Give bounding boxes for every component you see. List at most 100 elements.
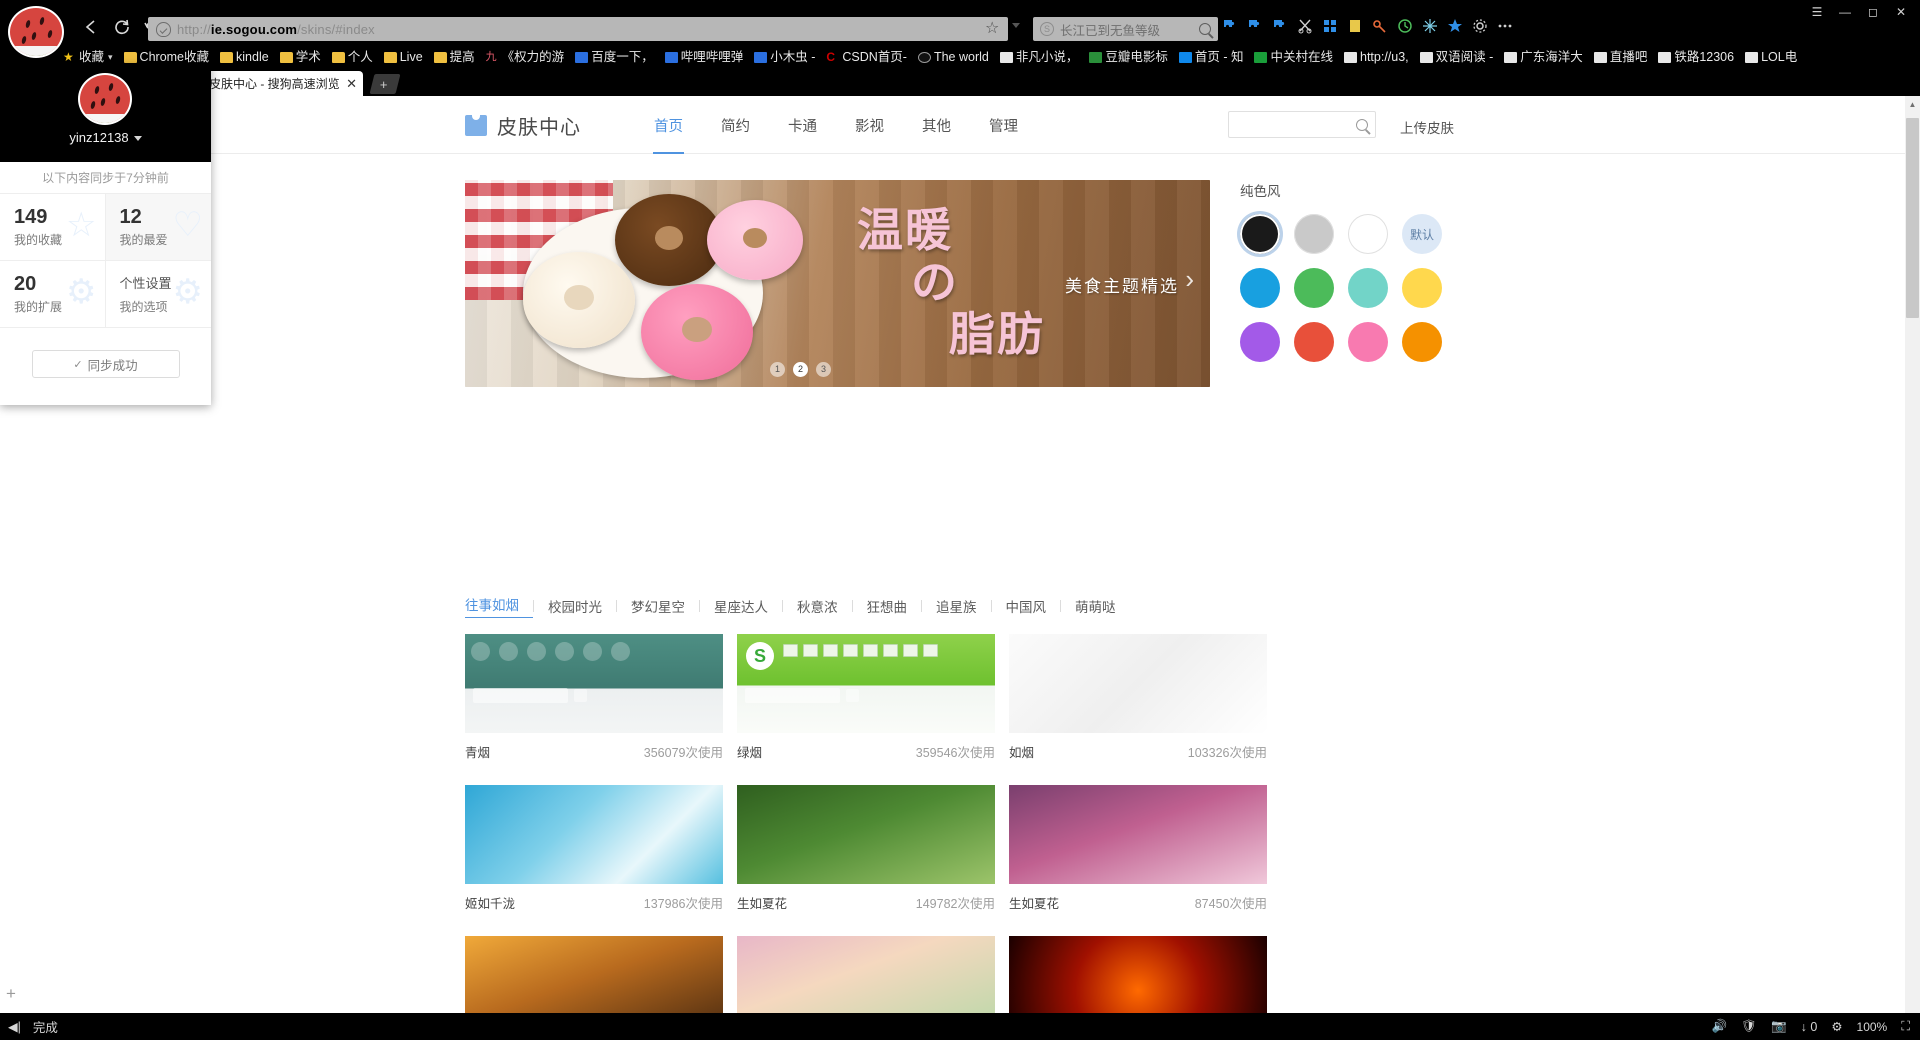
browser-search-box[interactable]: S 长江已到无鱼等级 — [1033, 17, 1218, 41]
category-tab-7[interactable]: 中国风 — [992, 596, 1061, 616]
category-tab-4[interactable]: 秋意浓 — [783, 596, 852, 616]
color-swatch-orange[interactable] — [1402, 322, 1442, 362]
color-swatch-grey[interactable] — [1294, 214, 1334, 254]
color-swatch-white[interactable] — [1348, 214, 1388, 254]
category-tab-3[interactable]: 星座达人 — [700, 596, 782, 616]
color-swatch-black[interactable] — [1240, 214, 1280, 254]
restore-button[interactable]: ◻ — [1860, 2, 1886, 22]
bookmark-item[interactable]: 广东海洋大 — [1504, 50, 1583, 64]
close-button[interactable]: ✕ — [1888, 2, 1914, 22]
site-nav-item-4[interactable]: 其他 — [903, 96, 970, 154]
banner-dot[interactable]: 2 — [793, 362, 808, 377]
bookmark-item[interactable]: ★ 收藏 ▾ — [63, 50, 113, 64]
bookmark-item[interactable]: 直播吧 — [1593, 50, 1647, 64]
site-nav-item-0[interactable]: 首页 — [635, 96, 702, 154]
browser-tab[interactable]: 皮肤中心 - 搜狗高速浏览 ✕ — [200, 71, 363, 96]
shield-icon[interactable]: 🛡 — [1741, 1019, 1757, 1034]
banner-dot[interactable]: 1 — [770, 362, 785, 377]
color-swatch-yellow[interactable] — [1402, 268, 1442, 308]
upload-skin-button[interactable]: 上传皮肤 — [1400, 117, 1454, 137]
skin-thumbnail[interactable] — [465, 634, 723, 733]
user-avatar[interactable] — [78, 73, 132, 125]
skin-card[interactable]: 生如夏花 87450次使用 — [1009, 785, 1267, 912]
banner-dot[interactable]: 3 — [816, 362, 831, 377]
search-icon[interactable] — [1356, 118, 1368, 131]
chevron-down-icon[interactable]: ▾ — [108, 52, 113, 63]
fullscreen-icon[interactable]: ⛶ — [1901, 1019, 1910, 1034]
bookmark-item[interactable]: 百度一下， — [575, 50, 654, 64]
color-swatch-blue[interactable] — [1240, 268, 1280, 308]
bookmark-item[interactable]: The world — [917, 50, 989, 64]
site-nav-item-2[interactable]: 卡通 — [769, 96, 836, 154]
bookmark-item[interactable]: 九《权力的游 — [486, 50, 565, 64]
site-search-input[interactable] — [1228, 111, 1376, 138]
address-bar[interactable]: http://ie.sogou.com/skins/#index — [148, 17, 1008, 41]
menu-button[interactable]: ☰ — [1804, 2, 1830, 22]
scissors-icon[interactable] — [1297, 18, 1313, 37]
puzzle-icon[interactable] — [1222, 18, 1238, 37]
skin-thumbnail[interactable] — [737, 785, 995, 884]
user-stat-cell[interactable]: 12 我的最爱 ♡ — [105, 194, 211, 261]
scroll-up-icon[interactable]: ▲ — [1905, 96, 1920, 114]
download-count[interactable]: ↓ 0 — [1801, 1020, 1818, 1034]
bookmark-item[interactable]: 学术 — [279, 50, 321, 64]
grid-icon[interactable] — [1322, 18, 1338, 37]
bookmark-item[interactable]: 双语阅读 - — [1419, 50, 1493, 64]
category-tab-2[interactable]: 梦幻星空 — [617, 596, 699, 616]
color-swatch-pink[interactable] — [1348, 322, 1388, 362]
scrollbar-thumb[interactable] — [1906, 118, 1919, 318]
color-swatch-purple[interactable] — [1240, 322, 1280, 362]
page-scrollbar[interactable]: ▲ ▼ — [1905, 96, 1920, 1026]
bookmark-item[interactable]: 首页 - 知 — [1178, 50, 1243, 64]
bookmark-star-icon[interactable]: ☆ — [985, 18, 999, 38]
color-swatch-teal[interactable] — [1348, 268, 1388, 308]
skin-thumbnail[interactable] — [465, 785, 723, 884]
bookmark-item[interactable]: 个人 — [331, 50, 373, 64]
skin-thumbnail[interactable] — [1009, 785, 1267, 884]
user-stat-cell[interactable]: 20 我的扩展 ⚙ — [0, 261, 106, 328]
bookmark-item[interactable]: 铁路12306 — [1658, 50, 1734, 64]
gear-icon[interactable] — [1472, 18, 1488, 37]
new-tab-button[interactable]: + — [369, 74, 401, 94]
reload-button[interactable] — [113, 18, 131, 36]
color-swatch-red[interactable] — [1294, 322, 1334, 362]
bookmark-item[interactable]: Chrome收藏 — [123, 50, 209, 64]
bookmark-item[interactable]: C CSDN首页- — [826, 50, 907, 64]
tab-close-icon[interactable]: ✕ — [346, 76, 357, 92]
category-tab-0[interactable]: 往事如烟 — [465, 594, 533, 618]
puzzle-icon[interactable] — [1247, 18, 1263, 37]
skin-card[interactable]: S 绿烟 359546次使用 — [737, 634, 995, 761]
star-icon[interactable] — [1447, 18, 1463, 37]
skin-thumbnail[interactable]: S — [737, 634, 995, 733]
puzzle-icon[interactable] — [1272, 18, 1288, 37]
category-tab-1[interactable]: 校园时光 — [534, 596, 616, 616]
more-icon[interactable] — [1497, 18, 1513, 37]
hero-banner[interactable]: 温暖 の 脂肪 美食主题精选 › 123 — [465, 180, 1210, 387]
category-tab-8[interactable]: 萌萌哒 — [1061, 596, 1130, 616]
note-icon[interactable] — [1347, 18, 1363, 37]
category-tab-5[interactable]: 狂想曲 — [853, 596, 922, 616]
site-nav-item-3[interactable]: 影视 — [836, 96, 903, 154]
bookmark-item[interactable]: 非凡小说， — [999, 50, 1078, 64]
skin-card[interactable]: 青烟 356079次使用 — [465, 634, 723, 761]
skin-card[interactable]: 生如夏花 149782次使用 — [737, 785, 995, 912]
zoom-level[interactable]: 100% — [1857, 1020, 1888, 1034]
banner-next-icon[interactable]: › — [1185, 264, 1194, 295]
bookmark-item[interactable]: http://u3, — [1344, 50, 1409, 64]
site-nav-item-5[interactable]: 管理 — [970, 96, 1037, 154]
search-magnifier-icon[interactable] — [1199, 23, 1211, 35]
sync-status-button[interactable]: ✓ 同步成功 — [31, 350, 180, 378]
username-row[interactable]: yinz12138 — [0, 130, 211, 145]
color-swatch-green[interactable] — [1294, 268, 1334, 308]
sidebar-toggle-icon[interactable]: ◀| — [8, 1019, 21, 1034]
site-logo[interactable]: 皮肤中心 — [465, 111, 581, 140]
add-panel-button[interactable]: + — [6, 984, 16, 1004]
skin-card[interactable]: 姬如千泷 137986次使用 — [465, 785, 723, 912]
settings-icon[interactable]: ⚙ — [1831, 1019, 1842, 1034]
skin-card[interactable]: 如烟 103326次使用 — [1009, 634, 1267, 761]
bookmark-item[interactable]: Live — [383, 50, 423, 64]
bookmark-caret-icon[interactable] — [1012, 23, 1020, 28]
bookmark-item[interactable]: 哔哩哔哩弹 — [664, 50, 743, 64]
clock-icon[interactable] — [1397, 18, 1413, 37]
category-tab-6[interactable]: 追星族 — [922, 596, 991, 616]
